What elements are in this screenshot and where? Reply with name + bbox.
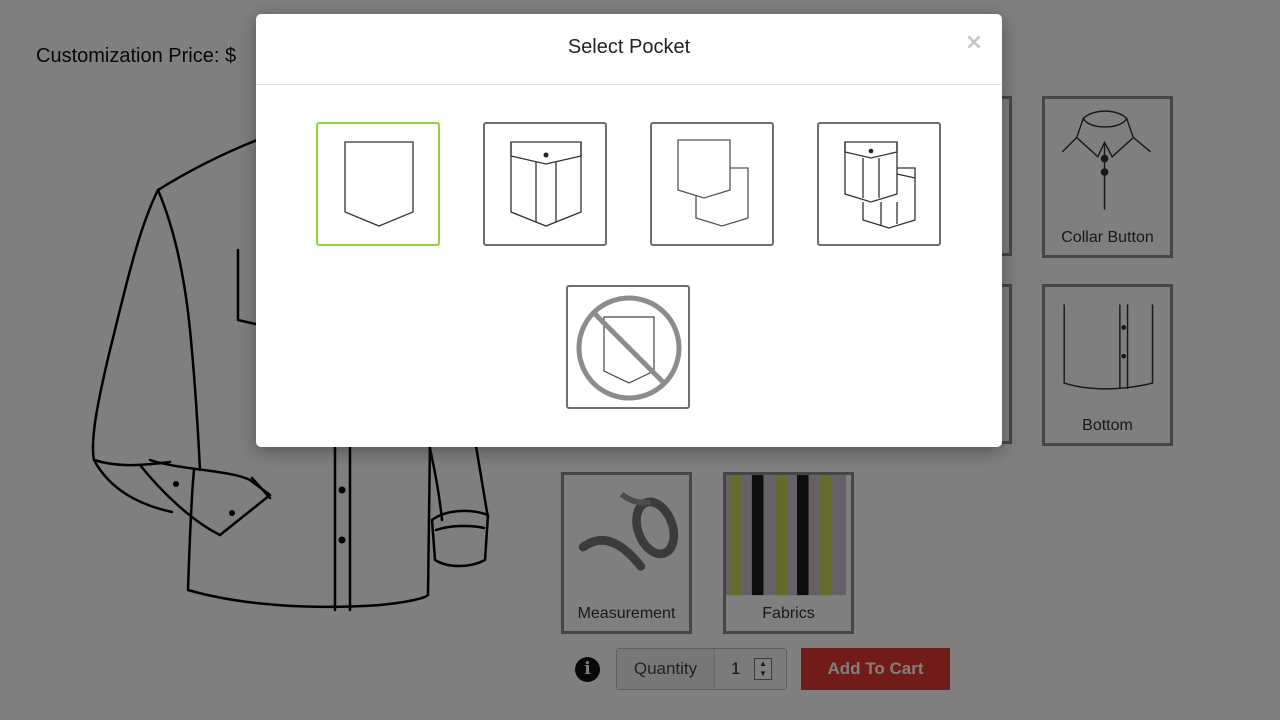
no-pocket-icon [576,295,682,401]
modal-header: Select Pocket × [256,14,1002,85]
select-pocket-modal: Select Pocket × [256,14,1002,447]
close-icon[interactable]: × [964,32,984,54]
flap-pocket-icon [510,141,582,227]
pocket-option-none[interactable] [566,285,690,409]
double-pocket-icon [677,139,749,227]
pocket-option-double[interactable] [650,122,774,246]
modal-title: Select Pocket [567,36,691,58]
double-flap-pocket-icon [844,141,916,229]
single-pocket-icon [344,141,414,227]
pocket-option-single[interactable] [316,122,440,246]
pocket-option-flap[interactable] [483,122,607,246]
pocket-option-double-flap[interactable] [817,122,941,246]
